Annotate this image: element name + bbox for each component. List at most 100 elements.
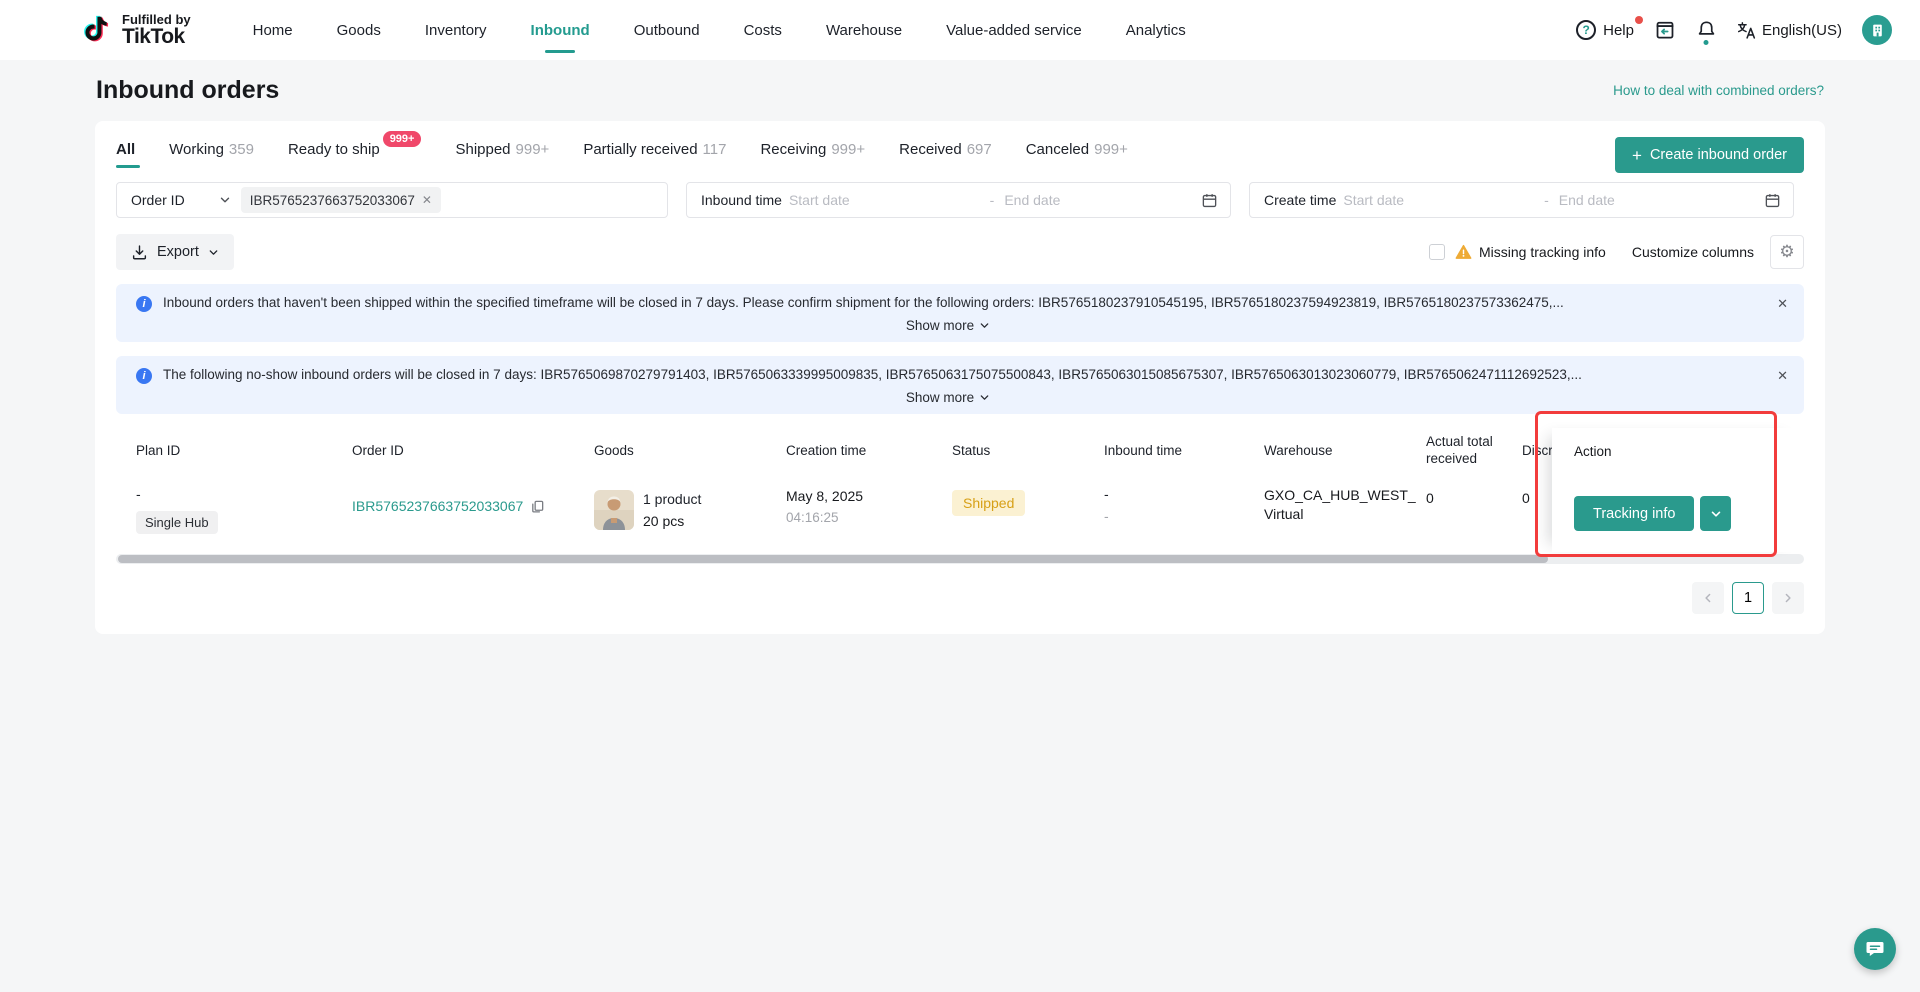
more-actions-button[interactable] <box>1700 496 1731 531</box>
create-time-filter[interactable]: Create time Start date - End date <box>1249 182 1794 218</box>
gear-icon: ⚙ <box>1779 242 1794 262</box>
inbound-end-placeholder[interactable]: End date <box>1004 192 1114 208</box>
tab-received[interactable]: Received697 <box>899 141 992 168</box>
tab-all[interactable]: All <box>116 141 135 168</box>
remove-tag-icon[interactable]: ✕ <box>422 193 432 207</box>
customize-columns-button[interactable]: Customize columns <box>1632 244 1754 260</box>
chevron-right-icon <box>1782 592 1794 604</box>
page-header: Inbound orders How to deal with combined… <box>96 76 1824 105</box>
horizontal-scrollbar-track[interactable] <box>116 554 1804 564</box>
copy-icon[interactable] <box>530 499 545 514</box>
calendar-icon[interactable] <box>1201 192 1218 209</box>
brand-text: Fulfilled by TikTok <box>122 13 191 48</box>
warning-icon <box>1455 244 1472 260</box>
nav-menu: Home Goods Inventory Inbound Outbound Co… <box>253 0 1186 60</box>
show-more-button[interactable]: Show more <box>136 390 1760 405</box>
chevron-left-icon <box>1702 592 1714 604</box>
create-end-placeholder[interactable]: End date <box>1559 192 1669 208</box>
tab-shipped[interactable]: Shipped999+ <box>455 141 549 168</box>
close-icon[interactable]: ✕ <box>1777 368 1788 384</box>
order-id-link[interactable]: IBR5765237663752033067 <box>352 498 545 514</box>
building-icon <box>1870 23 1885 38</box>
col-action: Action <box>1574 428 1804 474</box>
tab-ready-to-ship[interactable]: Ready to ship999+ <box>288 141 422 168</box>
order-id-select-label: Order ID <box>117 192 185 208</box>
product-image[interactable] <box>594 490 634 530</box>
chevron-down-icon <box>979 392 990 403</box>
nav-item-inbound[interactable]: Inbound <box>531 0 590 60</box>
chevron-down-icon[interactable] <box>219 194 231 206</box>
tab-working[interactable]: Working359 <box>169 141 254 168</box>
table-settings-button[interactable]: ⚙ <box>1770 235 1804 269</box>
pagination: 1 <box>116 582 1804 614</box>
table-header: Plan ID Order ID Goods Creation time Sta… <box>116 428 1804 474</box>
help-menu[interactable]: ? Help <box>1576 20 1634 40</box>
col-goods: Goods <box>574 443 766 460</box>
col-plan-id: Plan ID <box>116 443 332 460</box>
chat-bubble-icon <box>1864 938 1886 960</box>
info-icon: i <box>136 296 152 312</box>
plus-icon: + <box>1632 147 1642 164</box>
nav-item-inventory[interactable]: Inventory <box>425 0 487 60</box>
order-id-filter-tag: IBR5765237663752033067 ✕ <box>241 187 441 213</box>
export-button[interactable]: Export <box>116 234 234 270</box>
help-icon: ? <box>1576 20 1596 40</box>
goods-summary: 1 product 20 pcs <box>643 491 701 529</box>
language-switcher[interactable]: English(US) <box>1737 21 1842 40</box>
creation-time-cell: May 8, 2025 04:16:25 <box>766 486 932 534</box>
col-order-id: Order ID <box>332 443 574 460</box>
inbound-start-placeholder[interactable]: Start date <box>789 192 850 208</box>
inbound-time-cell: - - <box>1084 486 1244 534</box>
nav-item-value-added-service[interactable]: Value-added service <box>946 0 1082 60</box>
order-id-filter[interactable]: Order ID IBR5765237663752033067 ✕ <box>116 182 668 218</box>
returns-icon[interactable] <box>1654 19 1676 41</box>
filter-row: Order ID IBR5765237663752033067 ✕ Inboun… <box>116 182 1804 218</box>
status-tabs: All Working359 Ready to ship999+ Shipped… <box>116 141 1804 168</box>
notifications-bell-icon[interactable] <box>1696 20 1717 41</box>
chevron-down-icon <box>979 320 990 331</box>
table-toolbar: Export Missing tracking info Customize c… <box>116 234 1804 270</box>
translate-icon <box>1737 21 1756 40</box>
chat-support-button[interactable] <box>1854 928 1896 970</box>
show-more-button[interactable]: Show more <box>136 318 1760 333</box>
tracking-info-button[interactable]: Tracking info <box>1574 496 1694 531</box>
avatar[interactable] <box>1862 15 1892 45</box>
nav-right-group: ? Help English(US) <box>1576 15 1892 45</box>
tab-partially-received[interactable]: Partially received117 <box>583 141 726 168</box>
tab-canceled[interactable]: Canceled999+ <box>1026 141 1128 168</box>
chevron-down-icon <box>1710 508 1722 520</box>
create-inbound-order-button[interactable]: + Create inbound order <box>1615 137 1804 173</box>
brand-line1: Fulfilled by <box>122 13 191 26</box>
col-actual-total-received: Actual total received <box>1406 434 1502 468</box>
create-start-placeholder[interactable]: Start date <box>1343 192 1404 208</box>
col-creation-time: Creation time <box>766 443 932 460</box>
nav-item-costs[interactable]: Costs <box>744 0 782 60</box>
orders-table: Plan ID Order ID Goods Creation time Sta… <box>116 428 1804 564</box>
combined-orders-help-link[interactable]: How to deal with combined orders? <box>1613 83 1824 98</box>
table-row: - Single Hub IBR5765237663752033067 <box>116 474 1804 550</box>
toolbar-right-group: Missing tracking info Customize columns … <box>1429 235 1804 269</box>
missing-tracking-checkbox[interactable] <box>1429 244 1445 260</box>
brand-logo[interactable]: Fulfilled by TikTok <box>82 12 191 48</box>
actual-total-received-cell: 0 <box>1406 490 1502 534</box>
nav-item-goods[interactable]: Goods <box>337 0 381 60</box>
col-inbound-time: Inbound time <box>1084 443 1244 460</box>
nav-item-home[interactable]: Home <box>253 0 293 60</box>
tab-receiving[interactable]: Receiving999+ <box>760 141 865 168</box>
nav-item-outbound[interactable]: Outbound <box>634 0 700 60</box>
horizontal-scrollbar-thumb[interactable] <box>118 555 1548 563</box>
page-number-current[interactable]: 1 <box>1732 582 1764 614</box>
calendar-icon[interactable] <box>1764 192 1781 209</box>
nav-item-analytics[interactable]: Analytics <box>1126 0 1186 60</box>
banner-text: Inbound orders that haven't been shipped… <box>163 295 1564 310</box>
prev-page-button[interactable] <box>1692 582 1724 614</box>
next-page-button[interactable] <box>1772 582 1804 614</box>
close-icon[interactable]: ✕ <box>1777 296 1788 312</box>
inbound-time-filter[interactable]: Inbound time Start date - End date <box>686 182 1231 218</box>
bell-indicator-dot <box>1704 40 1709 45</box>
info-icon: i <box>136 368 152 384</box>
status-badge: Shipped <box>952 490 1025 516</box>
order-id-cell: IBR5765237663752033067 <box>332 486 574 534</box>
nav-item-warehouse[interactable]: Warehouse <box>826 0 902 60</box>
goods-cell: 1 product 20 pcs <box>574 486 766 534</box>
